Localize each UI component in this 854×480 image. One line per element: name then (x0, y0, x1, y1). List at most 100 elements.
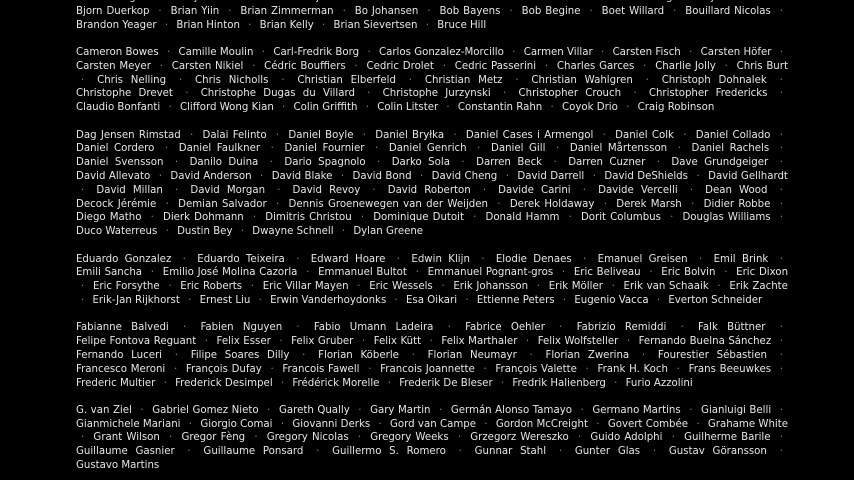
credit-name: Craig Robinson (637, 102, 715, 114)
name-separator: · (260, 170, 264, 182)
credit-name: Guillaume Gasnier (76, 446, 175, 458)
name-separator: · (340, 170, 345, 182)
credit-name: Felix Wolfsteller (537, 336, 619, 348)
credit-name: Florian Zwerina (545, 349, 630, 361)
credit-name: Daniel Bryłka (375, 129, 445, 141)
credit-name: Germano Martins (592, 404, 681, 416)
name-separator: · (280, 418, 285, 430)
name-separator: · (583, 253, 587, 265)
credit-name: Chris Nicholls (195, 74, 269, 86)
name-separator: · (354, 60, 358, 72)
name-separator: · (415, 267, 419, 279)
credit-name: Gabriel Gomez Nieto (152, 404, 259, 416)
credits-group: Dag Jensen Rimstad · Dalai Felinto · Dan… (76, 129, 788, 239)
name-separator: · (182, 322, 187, 334)
credit-name: David Bond (352, 170, 412, 182)
credit-name: Guilherme Barile (684, 432, 771, 444)
credit-name: Germán Alonso Tamayo (450, 404, 572, 416)
name-separator: · (375, 143, 379, 155)
name-separator: · (81, 74, 85, 86)
credit-name: David Morgan (190, 184, 266, 196)
name-separator: · (515, 74, 519, 86)
credit-name: Florian Köberle (318, 349, 399, 361)
credit-name: Charles Garces (556, 60, 635, 72)
name-separator: · (306, 267, 310, 279)
credit-name: Dalam Wagner (76, 0, 153, 3)
credit-name: Erik van Schaaik (623, 281, 709, 293)
credit-name: Carsten Fisch (612, 46, 681, 58)
credit-name: Erik Zachte (729, 281, 788, 293)
name-separator: · (387, 377, 391, 389)
credit-name: Didier Robbe (703, 198, 771, 210)
credit-name: Demian Salvador (178, 198, 267, 210)
name-separator: · (691, 198, 695, 210)
name-separator: · (368, 363, 372, 375)
credit-name: Emmanuel Bultot (318, 267, 407, 279)
credit-name: Edward Hoare (310, 253, 386, 265)
credit-name: Christophe Dugas du Villard (200, 88, 355, 100)
credit-name: David Anderson (170, 170, 252, 182)
credit-name: Daniel Faulkner (178, 143, 261, 155)
name-separator: · (656, 294, 661, 306)
name-separator: · (775, 0, 788, 3)
credit-name: Christophe Drevet (76, 88, 173, 100)
credit-name: Gunter Glas (574, 446, 641, 458)
credit-name: Emil Brink (713, 253, 769, 265)
credit-name: Emmanuel Pognant-gros (427, 267, 554, 279)
credit-name: Fredrik Halienberg (512, 377, 606, 389)
credit-name: David Revoy (292, 184, 361, 196)
name-separator: · (81, 281, 85, 293)
name-separator: · (396, 253, 401, 265)
name-separator: · (689, 184, 694, 196)
name-separator: · (558, 446, 563, 458)
credit-name: Dorit Columbus (580, 212, 661, 224)
credit-name: Gianluigi Belli (701, 404, 772, 416)
name-separator: · (357, 281, 361, 293)
name-separator: · (779, 253, 783, 265)
credits-group: Eduardo Gonzalez · Eduardo Teixeira · Ed… (76, 253, 788, 308)
name-separator: · (279, 336, 283, 348)
credit-name: Christian Wahlgren (531, 74, 633, 86)
credit-name: Eric Bolvin (661, 267, 716, 279)
credit-name: Dave Grundgeiger (671, 157, 769, 169)
name-separator: · (481, 253, 485, 265)
name-separator: · (361, 336, 366, 348)
credit-name: Eric Dixon (736, 267, 789, 279)
credit-name: Dustin Bey (177, 226, 233, 238)
name-separator: · (482, 184, 487, 196)
credit-name: Benoît Bégin (615, 0, 681, 3)
name-separator: · (165, 226, 169, 238)
credit-name: Christian Elberfeld (297, 74, 396, 86)
credit-name: Eric Beliveau (573, 267, 641, 279)
credit-name: Erwin Vanderhoydonks (270, 294, 387, 306)
credit-name: Gregor Fèng (181, 432, 246, 444)
credit-name: Gary Martin (370, 404, 431, 416)
name-separator: · (442, 60, 446, 72)
name-separator: · (441, 281, 445, 293)
credit-name: Daniel Mårtensson (569, 143, 668, 155)
credit-name: Carmen Villar (523, 46, 593, 58)
credit-name: Bo Johansen (354, 5, 419, 17)
name-separator: · (158, 170, 162, 182)
name-separator: · (394, 294, 398, 306)
name-separator: · (724, 267, 728, 279)
name-separator: · (174, 184, 179, 196)
name-separator: · (164, 19, 169, 31)
credit-name: Christopher Fredericks (648, 88, 768, 100)
credit-name: Eduardo Teixeira (197, 253, 285, 265)
name-separator: · (280, 377, 285, 389)
credit-name: Christoph Dohnalek (661, 74, 767, 86)
credit-name: Derek Holdaway (509, 198, 595, 210)
name-separator: · (562, 294, 567, 306)
credit-name: Ettienne Peters (476, 294, 555, 306)
name-separator: · (779, 432, 783, 444)
name-separator: · (512, 46, 516, 58)
name-separator: · (461, 157, 465, 169)
credit-name: Felix Gruber (291, 336, 354, 348)
credit-name: Eric Wessels (369, 281, 433, 293)
name-separator: · (779, 46, 783, 58)
credit-name: Gregory Nicolas (266, 432, 349, 444)
credit-name: Boet Willard (601, 5, 665, 17)
credit-name: Cedric Drolet (366, 60, 434, 72)
credit-name: Giovanni Derks (292, 418, 371, 430)
